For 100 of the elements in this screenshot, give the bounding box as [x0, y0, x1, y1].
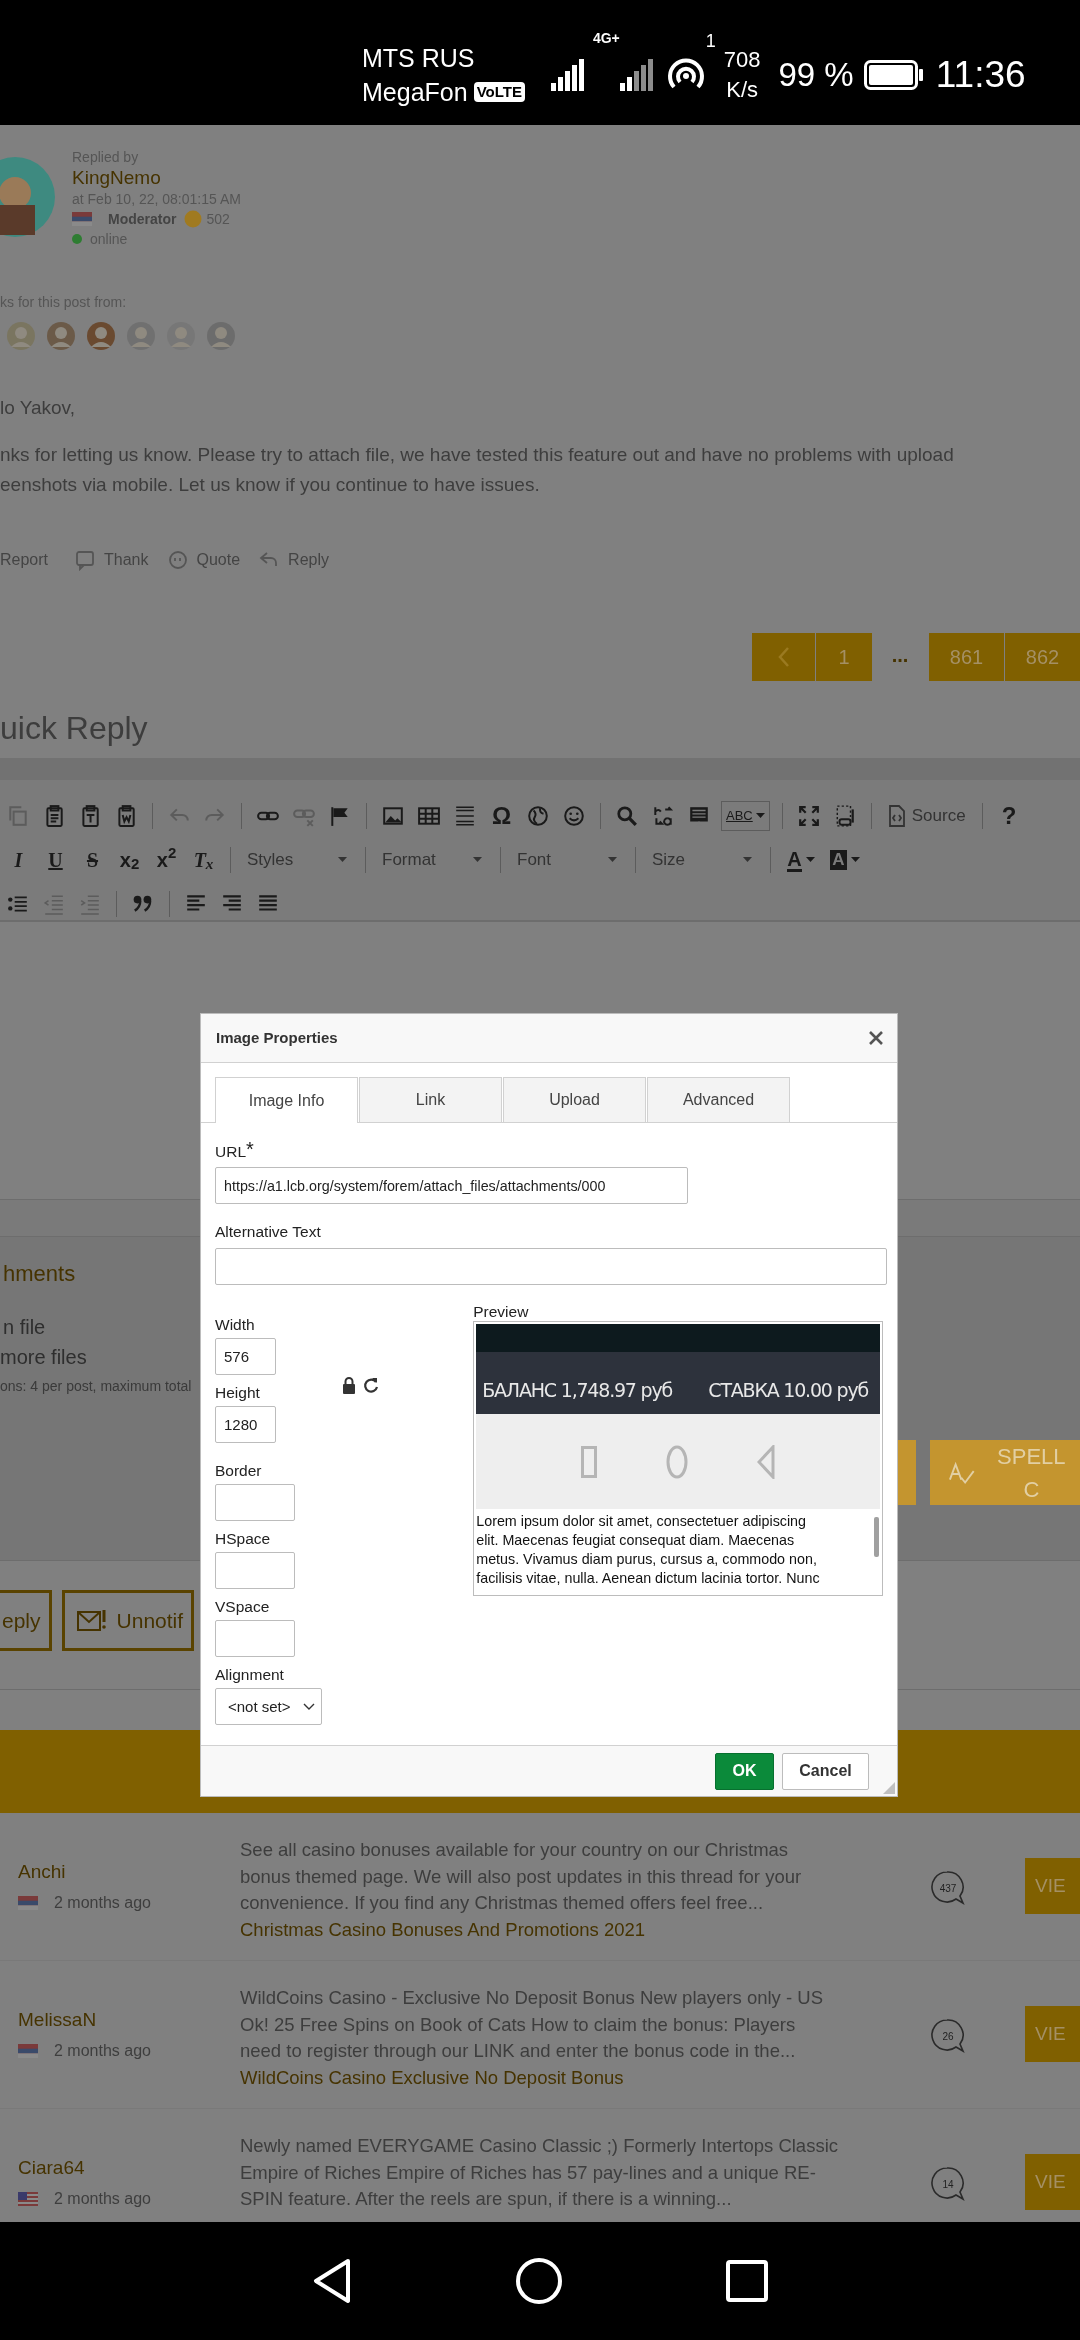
- topic-link[interactable]: Christmas Casino Bonuses And Promotions 2021: [240, 1916, 646, 1943]
- battery-level: 99 %: [778, 54, 854, 95]
- cancel-button[interactable]: Cancel: [782, 1752, 869, 1790]
- url-field[interactable]: https://a1.lcb.org/system/forem/attach_files/attachments/000: [215, 1167, 688, 1205]
- toolbar-dropdown[interactable]: Styles: [239, 847, 357, 873]
- maximize-icon[interactable]: [797, 804, 820, 828]
- paragraph-line: eenshots via mobile. Let us know if you continue to have issues.: [0, 473, 541, 497]
- author-link[interactable]: Ciara64: [18, 2154, 85, 2183]
- page-button[interactable]: 861: [929, 633, 1004, 681]
- author-link[interactable]: MelissaN: [18, 2006, 97, 2035]
- outline-button[interactable]: eply: [0, 1590, 52, 1651]
- text-color-button[interactable]: A: [779, 848, 823, 872]
- view-button[interactable]: VIE: [1025, 2154, 1080, 2210]
- ok-button[interactable]: OK: [715, 1752, 774, 1790]
- author-link[interactable]: KingNemo: [72, 167, 161, 189]
- resize-grip-icon[interactable]: [883, 1782, 895, 1794]
- square-icon: [580, 1445, 597, 1478]
- pagination-ellipsis: ...: [890, 643, 910, 668]
- toolbar-dropdown[interactable]: Font: [509, 847, 627, 873]
- action-link[interactable]: Quote: [196, 548, 241, 572]
- chevron-down-icon: [303, 1702, 315, 1711]
- code-file-icon: [887, 805, 906, 827]
- search-icon[interactable]: [616, 804, 638, 828]
- dialog-tab[interactable]: Image Info: [215, 1077, 358, 1123]
- section-title: hments: [2, 1260, 76, 1288]
- toolbar-dropdown[interactable]: Size: [644, 847, 762, 873]
- clock: 11:36: [935, 52, 1026, 97]
- toolbar-button[interactable]: U: [37, 848, 74, 872]
- clipboard-icon[interactable]: [43, 804, 65, 828]
- background-color-button[interactable]: A: [823, 848, 867, 872]
- toolbar-button[interactable]: x$_{2}$: [111, 848, 148, 872]
- spellcheck-icon: [948, 1459, 975, 1486]
- page-button[interactable]: 1: [816, 633, 872, 681]
- flag-icon[interactable]: [329, 804, 351, 828]
- source-button[interactable]: Source: [879, 803, 974, 829]
- author-link[interactable]: Anchi: [18, 1858, 66, 1887]
- topic-link[interactable]: WildCoins Casino Exclusive No Deposit Bonus: [240, 2064, 624, 2091]
- toolbar-dropdown[interactable]: Format: [374, 847, 492, 873]
- signal-icon: [619, 58, 656, 91]
- toolbar-button[interactable]: I: [0, 848, 37, 872]
- view-button[interactable]: VIE: [1025, 1858, 1080, 1914]
- outline-button[interactable]: Unnotif: [61, 1590, 195, 1651]
- recents-icon[interactable]: [726, 2260, 768, 2302]
- spellcheck-button[interactable]: SPELL C: [930, 1440, 1080, 1505]
- carrier-name: MTS RUS: [362, 42, 476, 74]
- caret-icon: [338, 857, 347, 863]
- caret-icon: [743, 857, 752, 863]
- caret-icon: [755, 813, 765, 819]
- toolbar-button[interactable]: ?: [990, 804, 1028, 828]
- number-field[interactable]: 576: [215, 1338, 276, 1376]
- page-button[interactable]: 862: [1005, 633, 1080, 681]
- dialog-tab[interactable]: Advanced: [647, 1077, 790, 1122]
- back-icon[interactable]: [312, 2258, 352, 2304]
- number-field[interactable]: [215, 1484, 295, 1522]
- clipboard-icon[interactable]: [115, 804, 137, 828]
- image-icon[interactable]: [382, 804, 404, 828]
- thank-icon: [74, 549, 97, 571]
- quote-icon: [166, 549, 189, 571]
- clipboard-icon[interactable]: [79, 804, 101, 828]
- dialog-tab[interactable]: Link: [359, 1077, 502, 1122]
- network-type: 4G+: [592, 29, 620, 48]
- alt-text-field[interactable]: [215, 1248, 887, 1286]
- horizontal-lines-icon[interactable]: [454, 804, 476, 828]
- battery-icon: [863, 59, 924, 90]
- reply-count-bubble: 26: [930, 2018, 966, 2054]
- toolbar-button[interactable]: T$_{x}$: [185, 848, 222, 872]
- smiley-icon[interactable]: [563, 804, 585, 828]
- home-icon[interactable]: [516, 2258, 562, 2304]
- toolbar-button[interactable]: Ω: [483, 804, 520, 828]
- preview-text-line: Lorem ipsum dolor sit amet, consectetuer adipiscing: [476, 1512, 807, 1532]
- view-button[interactable]: VIE: [1025, 2006, 1080, 2062]
- dialog-tab[interactable]: Upload: [503, 1077, 646, 1122]
- reply-count-bubble: 14: [930, 2166, 966, 2202]
- hotspot-count: 1: [705, 30, 716, 53]
- number-field[interactable]: 1280: [215, 1406, 276, 1444]
- file-link[interactable]: n file: [0, 1312, 46, 1342]
- table-icon[interactable]: [418, 804, 440, 828]
- action-link[interactable]: Report: [0, 548, 49, 572]
- replace-icon[interactable]: [652, 804, 674, 828]
- coin-icon: [184, 210, 203, 228]
- close-icon[interactable]: [869, 1031, 883, 1045]
- preview-text-line: facilisis vitae, nulla. Aenean dictum lacinia tortor. Nunc: [476, 1569, 821, 1589]
- action-link[interactable]: Reply: [288, 548, 329, 572]
- spellcheck-button[interactable]: ABC: [721, 801, 770, 831]
- scrollbar-icon[interactable]: [874, 1517, 879, 1558]
- lock-icon[interactable]: [342, 1377, 356, 1395]
- user-role: Moderator: [108, 210, 177, 229]
- flag-icon: [18, 2191, 38, 2206]
- post-time: 2 months ago: [54, 1892, 151, 1913]
- number-field[interactable]: [215, 1620, 295, 1658]
- toolbar-button[interactable]: x$^{2}$: [148, 848, 185, 872]
- signal-icon: [550, 58, 585, 91]
- action-link[interactable]: Thank: [104, 548, 149, 572]
- toolbar-button[interactable]: S: [74, 848, 111, 872]
- file-link[interactable]: more files: [0, 1342, 87, 1372]
- number-field[interactable]: [215, 1552, 295, 1590]
- field-label: Border: [215, 1461, 262, 1482]
- globe-icon[interactable]: [527, 804, 549, 828]
- reset-icon[interactable]: [363, 1377, 379, 1395]
- alignment-select[interactable]: <not set>: [215, 1688, 322, 1726]
